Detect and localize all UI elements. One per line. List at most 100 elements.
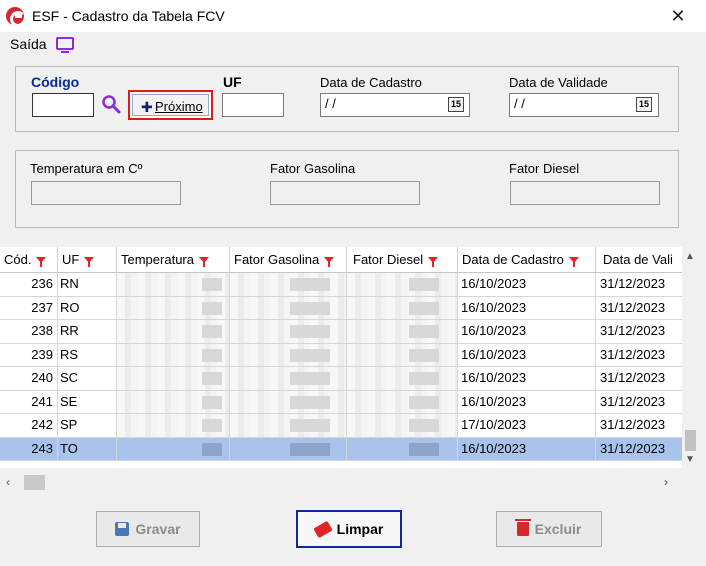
filter-icon[interactable] <box>428 257 439 267</box>
calendar-icon[interactable]: 15 <box>448 97 464 112</box>
filter-icon[interactable] <box>198 257 209 267</box>
limpar-button[interactable]: Limpar <box>296 510 402 548</box>
filter-icon[interactable] <box>568 257 579 267</box>
uf-label: UF <box>223 74 242 90</box>
cell-cad: 16/10/2023 <box>458 320 596 344</box>
table-row[interactable]: 240 SC 16/10/2023 31/12/2023 <box>0 367 682 391</box>
column-header-uf[interactable]: UF <box>58 247 117 273</box>
cell-redacted <box>347 437 458 461</box>
cell-cad: 16/10/2023 <box>458 437 596 461</box>
cell-redacted <box>117 367 230 391</box>
gravar-button[interactable]: Gravar <box>96 511 200 547</box>
column-header-fator-diesel[interactable]: Fator Diesel <box>347 247 458 273</box>
redacted-value <box>290 278 330 291</box>
scroll-left-icon[interactable]: ‹ <box>6 475 10 489</box>
scroll-down-icon[interactable]: ▼ <box>685 454 695 465</box>
cell-redacted <box>230 320 347 344</box>
cell-uf: SC <box>58 367 117 391</box>
cell-cod: 237 <box>0 296 58 320</box>
table-row[interactable]: 237 RO 16/10/2023 31/12/2023 <box>0 296 682 320</box>
column-header-fator-gasolina[interactable]: Fator Gasolina <box>230 247 347 273</box>
eraser-icon <box>312 520 333 539</box>
cell-redacted <box>117 273 230 297</box>
data-cadastro-label: Data de Cadastro <box>320 75 422 90</box>
cell-cod: 240 <box>0 367 58 391</box>
calendar-icon[interactable]: 15 <box>636 97 652 112</box>
data-validade-value: / / <box>514 96 525 111</box>
redacted-value <box>409 348 439 362</box>
redacted-value <box>290 301 330 315</box>
table-row[interactable]: 239 RS 16/10/2023 31/12/2023 <box>0 343 682 367</box>
redacted-value <box>202 419 222 432</box>
redacted-value <box>409 372 439 385</box>
redacted-value <box>290 395 330 409</box>
title-bar: ESF - Cadastro da Tabela FCV ✕ <box>0 0 706 32</box>
gravar-label: Gravar <box>135 521 181 537</box>
close-button[interactable]: ✕ <box>664 4 692 28</box>
cell-cad: 16/10/2023 <box>458 273 596 297</box>
table-row[interactable]: 243 TO 16/10/2023 31/12/2023 <box>0 437 682 461</box>
cell-redacted <box>117 437 230 461</box>
table-row[interactable]: 241 SE 16/10/2023 31/12/2023 <box>0 390 682 414</box>
cell-val: 31/12/2023 <box>596 320 682 344</box>
redacted-value <box>409 278 439 291</box>
cell-val: 31/12/2023 <box>596 296 682 320</box>
proximo-button[interactable]: ✚ Próximo <box>128 90 213 120</box>
cell-cad: 17/10/2023 <box>458 414 596 438</box>
column-header-data-validade[interactable]: Data de Vali <box>596 247 682 273</box>
menu-item-saida[interactable]: Saída <box>10 36 47 52</box>
table-row[interactable]: 236 RN 16/10/2023 31/12/2023 <box>0 273 682 297</box>
redacted-value <box>202 325 222 338</box>
cell-val: 31/12/2023 <box>596 367 682 391</box>
excluir-button[interactable]: Excluir <box>496 511 602 547</box>
column-header-cod[interactable]: Cód. <box>0 247 58 273</box>
fator-diesel-label: Fator Diesel <box>509 161 580 176</box>
table-row[interactable]: 242 SP 17/10/2023 31/12/2023 <box>0 414 682 438</box>
column-header-temperatura[interactable]: Temperatura <box>117 247 230 273</box>
scroll-right-icon[interactable]: › <box>664 475 668 489</box>
cell-redacted <box>347 296 458 320</box>
horizontal-scroll-thumb[interactable] <box>24 475 45 490</box>
cell-val: 31/12/2023 <box>596 437 682 461</box>
proximo-button-face: ✚ Próximo <box>132 94 209 116</box>
horizontal-scrollbar[interactable]: ‹ › <box>0 471 682 493</box>
cell-val: 31/12/2023 <box>596 414 682 438</box>
redacted-value <box>202 442 222 456</box>
redacted-value <box>409 395 439 409</box>
search-icon[interactable] <box>101 94 121 114</box>
redacted-value <box>409 419 439 432</box>
uf-input[interactable] <box>222 93 284 117</box>
cell-redacted <box>230 343 347 367</box>
redacted-value <box>290 372 330 385</box>
redacted-value <box>409 325 439 338</box>
filter-icon[interactable] <box>36 257 47 267</box>
redacted-value <box>290 348 330 362</box>
cell-cad: 16/10/2023 <box>458 343 596 367</box>
cell-redacted <box>117 343 230 367</box>
codigo-input[interactable] <box>32 93 94 117</box>
filter-icon[interactable] <box>84 257 95 267</box>
cell-redacted <box>347 414 458 438</box>
excluir-label: Excluir <box>534 521 582 537</box>
redacted-value <box>290 325 330 338</box>
cell-val: 31/12/2023 <box>596 343 682 367</box>
app-logo-icon <box>6 7 26 27</box>
filter-icon[interactable] <box>324 257 335 267</box>
column-header-data-cadastro[interactable]: Data de Cadastro <box>458 247 596 273</box>
temperatura-label: Temperatura em Cº <box>30 161 143 176</box>
cell-cad: 16/10/2023 <box>458 390 596 414</box>
vertical-scroll-thumb[interactable] <box>685 430 696 451</box>
monitor-icon[interactable] <box>56 37 74 53</box>
scroll-up-icon[interactable]: ▲ <box>685 251 695 262</box>
codigo-label: Código <box>31 74 80 90</box>
vertical-scrollbar[interactable]: ▲ ▼ <box>682 247 699 468</box>
cell-redacted <box>230 437 347 461</box>
data-grid[interactable]: Cód. UF Temperatura Fator Gasolina Fator… <box>0 247 682 468</box>
cell-cod: 236 <box>0 273 58 297</box>
temperatura-input <box>31 181 181 205</box>
plus-icon: ✚ <box>141 99 153 115</box>
fator-diesel-input <box>510 181 660 205</box>
limpar-label: Limpar <box>336 521 384 537</box>
cell-cod: 241 <box>0 390 58 414</box>
table-row[interactable]: 238 RR 16/10/2023 31/12/2023 <box>0 320 682 344</box>
